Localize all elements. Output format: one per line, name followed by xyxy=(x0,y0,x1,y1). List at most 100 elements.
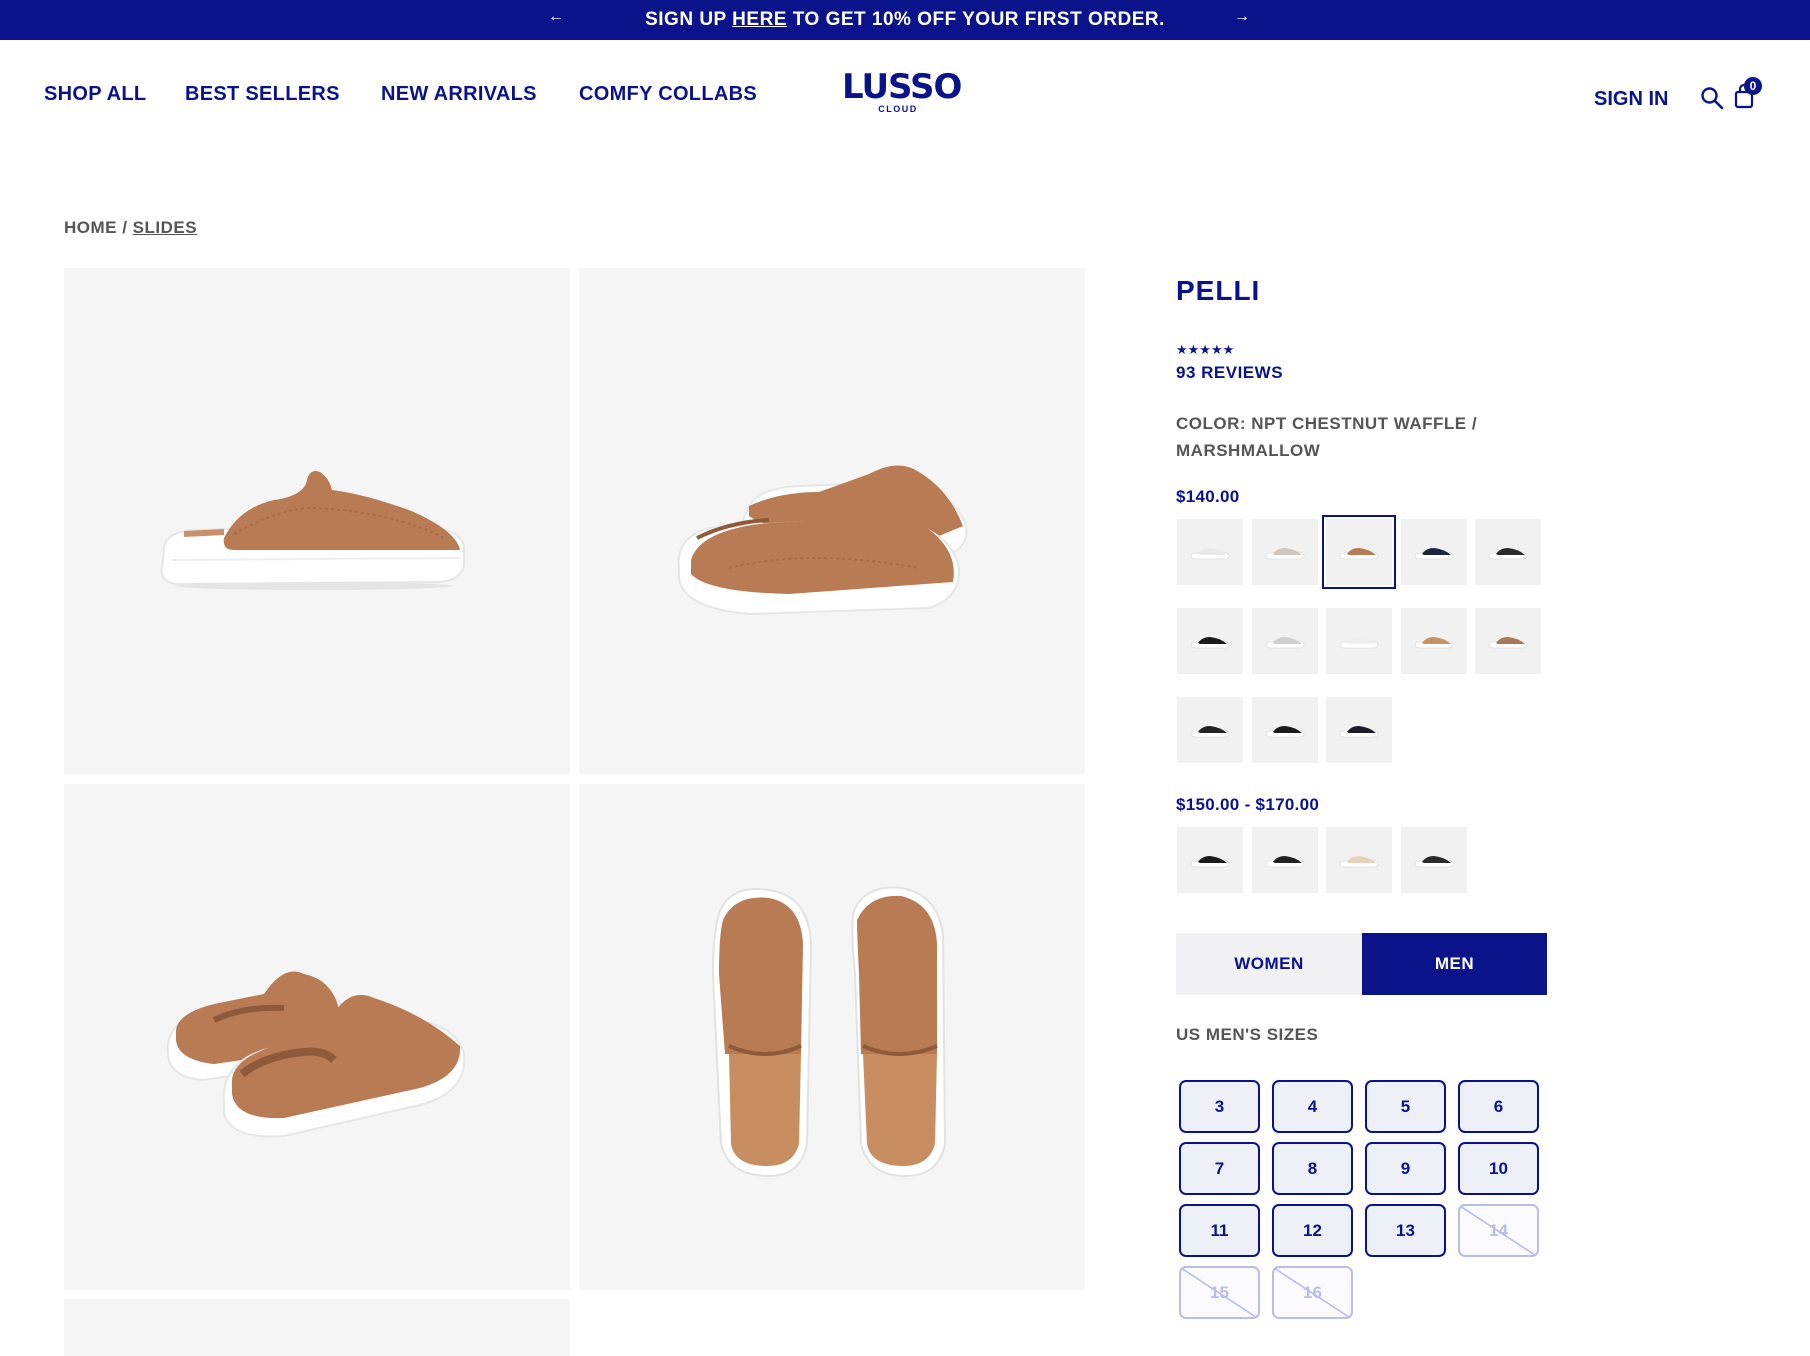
slide-thumbnail-icon xyxy=(1190,726,1230,738)
breadcrumb: HOME / SLIDES xyxy=(64,218,197,238)
nav-new-arrivals[interactable]: NEW ARRIVALS xyxy=(381,83,537,106)
slide-side-view-image xyxy=(160,471,465,590)
arrow-right-icon[interactable]: → xyxy=(1234,8,1250,26)
sizes-label: US MEN'S SIZES xyxy=(1176,1025,1319,1044)
strike-through-icon xyxy=(1460,1206,1537,1255)
breadcrumb-home[interactable]: HOME xyxy=(64,218,117,237)
logo-wordmark: LUSSO xyxy=(842,67,962,107)
size-label: 13 xyxy=(1396,1221,1415,1240)
color-label: COLOR: NPT CHESTNUT WAFFLE / MARSHMALLOW xyxy=(1176,414,1478,460)
breadcrumb-separator: / xyxy=(117,218,133,237)
slide-thumbnail-icon xyxy=(1414,856,1453,868)
slide-thumbnail-icon xyxy=(1265,637,1304,649)
color-swatch[interactable] xyxy=(1251,519,1318,585)
nav-shop-all[interactable]: SHOP ALL xyxy=(44,83,146,106)
slide-thumbnail-icon xyxy=(1265,548,1304,560)
size-option[interactable]: 8 xyxy=(1272,1142,1353,1195)
size-option[interactable]: 11 xyxy=(1179,1204,1260,1257)
color-swatch[interactable] xyxy=(1400,608,1467,674)
product-image-top[interactable] xyxy=(579,784,1085,1290)
nav-comfy-collabs[interactable]: COMFY COLLABS xyxy=(579,83,757,106)
color-swatch[interactable] xyxy=(1400,519,1467,585)
size-option-unavailable[interactable]: 16 xyxy=(1272,1266,1353,1319)
size-label: 3 xyxy=(1214,1097,1225,1116)
brand-logo[interactable]: LUSSO CLOUD xyxy=(842,67,962,116)
cart-count-badge: 0 xyxy=(1744,77,1762,95)
slide-top-view-image xyxy=(711,886,947,1178)
reviews-link[interactable]: 93 REVIEWS xyxy=(1176,363,1283,383)
breadcrumb-slides[interactable]: SLIDES xyxy=(133,218,197,237)
size-option[interactable]: 12 xyxy=(1272,1204,1353,1257)
color-swatch[interactable] xyxy=(1177,519,1243,585)
color-swatch[interactable] xyxy=(1475,608,1541,674)
nav-best-sellers[interactable]: BEST SELLERS xyxy=(185,83,340,106)
slide-thumbnail-icon xyxy=(1488,637,1528,649)
size-label: 9 xyxy=(1400,1159,1411,1178)
color-swatch[interactable] xyxy=(1326,827,1392,893)
strike-through-icon xyxy=(1181,1268,1258,1317)
product-image-back[interactable] xyxy=(64,784,570,1290)
color-swatch[interactable] xyxy=(1400,827,1467,893)
size-option[interactable]: 9 xyxy=(1365,1142,1446,1195)
size-option[interactable]: 5 xyxy=(1365,1080,1446,1133)
slide-thumbnail-icon xyxy=(1339,856,1379,868)
color-swatch[interactable] xyxy=(1475,519,1541,585)
strike-through-icon xyxy=(1274,1268,1351,1317)
slide-thumbnail-icon xyxy=(1414,637,1453,649)
sign-in-link[interactable]: SIGN IN xyxy=(1594,88,1668,111)
color-swatch[interactable] xyxy=(1251,608,1318,674)
slide-thumbnail-icon xyxy=(1414,548,1453,560)
slide-back-view-image xyxy=(166,971,466,1138)
size-option[interactable]: 10 xyxy=(1458,1142,1539,1195)
slide-thumbnail-icon xyxy=(1265,856,1304,868)
tab-women[interactable]: WOMEN xyxy=(1176,933,1362,995)
slide-thumbnail-icon xyxy=(1339,637,1379,649)
announcement-message: SIGN UP HERE TO GET 10% OFF YOUR FIRST O… xyxy=(0,9,1810,31)
size-label: 11 xyxy=(1210,1221,1229,1240)
product-image-angle[interactable] xyxy=(579,268,1085,774)
size-option[interactable]: 4 xyxy=(1272,1080,1353,1133)
announcement-text-after: TO GET 10% OFF YOUR FIRST ORDER. xyxy=(786,9,1165,30)
size-option-unavailable[interactable]: 14 xyxy=(1458,1204,1539,1257)
size-label: 6 xyxy=(1493,1097,1504,1116)
announcement-bar: ← SIGN UP HERE TO GET 10% OFF YOUR FIRST… xyxy=(0,0,1810,40)
size-option[interactable]: 6 xyxy=(1458,1080,1539,1133)
product-title: PELLI xyxy=(1176,275,1261,306)
tab-men[interactable]: MEN xyxy=(1362,933,1547,995)
size-label: 12 xyxy=(1303,1221,1322,1240)
slide-thumbnail-icon xyxy=(1488,548,1528,560)
color-swatch[interactable] xyxy=(1322,515,1396,589)
color-swatch[interactable] xyxy=(1251,697,1318,763)
slide-thumbnail-icon xyxy=(1265,726,1304,738)
slide-thumbnail-icon xyxy=(1339,548,1379,560)
slide-thumbnail-icon xyxy=(1190,637,1230,649)
size-option[interactable]: 3 xyxy=(1179,1080,1260,1133)
size-option[interactable]: 13 xyxy=(1365,1204,1446,1257)
size-label: 5 xyxy=(1400,1097,1411,1116)
search-icon[interactable] xyxy=(1700,86,1724,110)
price-range: $150.00 - $170.00 xyxy=(1176,795,1320,814)
slide-angle-view-image xyxy=(677,465,968,616)
gender-selector: WOMEN MEN xyxy=(1176,933,1547,995)
rating-stars: ★★★★★ xyxy=(1176,342,1235,357)
size-label: 8 xyxy=(1307,1159,1318,1178)
color-swatch[interactable] xyxy=(1177,827,1243,893)
announcement-text-before: SIGN UP xyxy=(645,9,733,30)
size-label: 10 xyxy=(1489,1159,1508,1178)
price-140: $140.00 xyxy=(1176,487,1240,506)
size-label: 4 xyxy=(1307,1097,1318,1116)
announcement-signup-link[interactable]: HERE xyxy=(732,9,787,30)
color-swatch[interactable] xyxy=(1177,608,1243,674)
size-option-unavailable[interactable]: 15 xyxy=(1179,1266,1260,1319)
color-swatch[interactable] xyxy=(1177,697,1243,763)
size-option[interactable]: 7 xyxy=(1179,1142,1260,1195)
color-swatch[interactable] xyxy=(1326,608,1392,674)
size-label: 7 xyxy=(1214,1159,1225,1178)
color-swatch[interactable] xyxy=(1251,827,1318,893)
slide-thumbnail-icon xyxy=(1190,548,1230,560)
color-swatch[interactable] xyxy=(1326,697,1392,763)
product-image-side[interactable] xyxy=(64,268,570,774)
slide-thumbnail-icon xyxy=(1339,726,1379,738)
product-image-extra[interactable] xyxy=(64,1299,570,1356)
slide-thumbnail-icon xyxy=(1190,856,1230,868)
